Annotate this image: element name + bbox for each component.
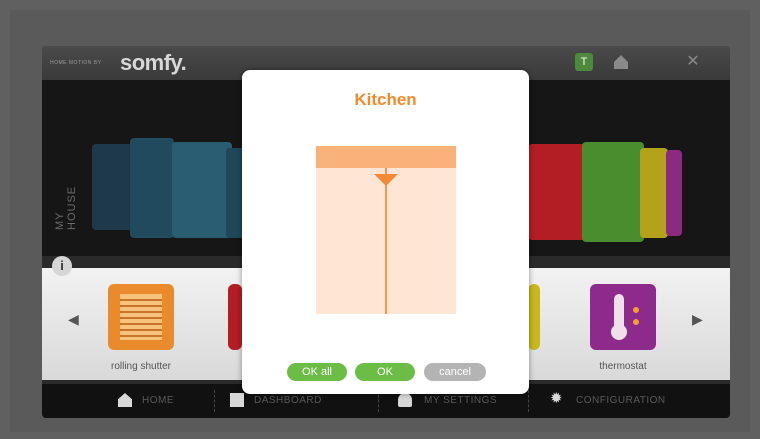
- shutter-position-handle[interactable]: [374, 174, 398, 186]
- nav-dashboard[interactable]: DASHBOARD: [254, 395, 322, 406]
- user-icon: [398, 393, 412, 407]
- gear-icon: ✹: [550, 390, 563, 407]
- dashboard-icon: [230, 393, 244, 407]
- home-nav-icon: [118, 393, 132, 407]
- nav-home[interactable]: HOME: [142, 395, 174, 406]
- info-icon[interactable]: i: [52, 256, 72, 276]
- ok-button[interactable]: OK: [355, 363, 415, 381]
- device-label: thermostat: [599, 361, 647, 372]
- nav-divider: [528, 390, 530, 412]
- nav-my-settings[interactable]: MY SETTINGS: [424, 395, 497, 406]
- close-icon[interactable]: ✕: [684, 53, 702, 71]
- my-house-label: MY HOUSE: [54, 185, 78, 230]
- chevron-right-icon[interactable]: ▶: [692, 311, 703, 328]
- device-card[interactable]: [528, 144, 586, 240]
- room-dialog: Kitchen OK all OK cancel: [242, 70, 529, 394]
- device-tile-partial[interactable]: [228, 284, 242, 350]
- home-icon[interactable]: [612, 53, 630, 71]
- room-card[interactable]: [172, 142, 232, 238]
- thermostat-icon[interactable]: [590, 284, 656, 350]
- room-card[interactable]: [130, 138, 174, 238]
- nav-configuration[interactable]: CONFIGURATION: [576, 395, 666, 406]
- device-card[interactable]: [640, 148, 668, 238]
- brand-tagline: HOME MOTION BY: [50, 60, 102, 66]
- tree-icon[interactable]: T: [575, 53, 593, 71]
- nav-divider: [214, 390, 216, 412]
- device-label: rolling shutter: [110, 361, 172, 372]
- ok-all-button[interactable]: OK all: [287, 363, 347, 381]
- chevron-left-icon[interactable]: ◀: [68, 311, 79, 328]
- cancel-button[interactable]: cancel: [424, 363, 486, 381]
- dialog-title: Kitchen: [354, 90, 417, 109]
- shutter-box: [316, 146, 456, 168]
- shutter-position-rail: [385, 168, 387, 314]
- brand-logo: somfy.: [120, 50, 187, 75]
- device-card[interactable]: [582, 142, 644, 242]
- rolling-shutter-icon[interactable]: [108, 284, 174, 350]
- device-tile-partial[interactable]: [528, 284, 540, 350]
- device-card[interactable]: [666, 150, 682, 236]
